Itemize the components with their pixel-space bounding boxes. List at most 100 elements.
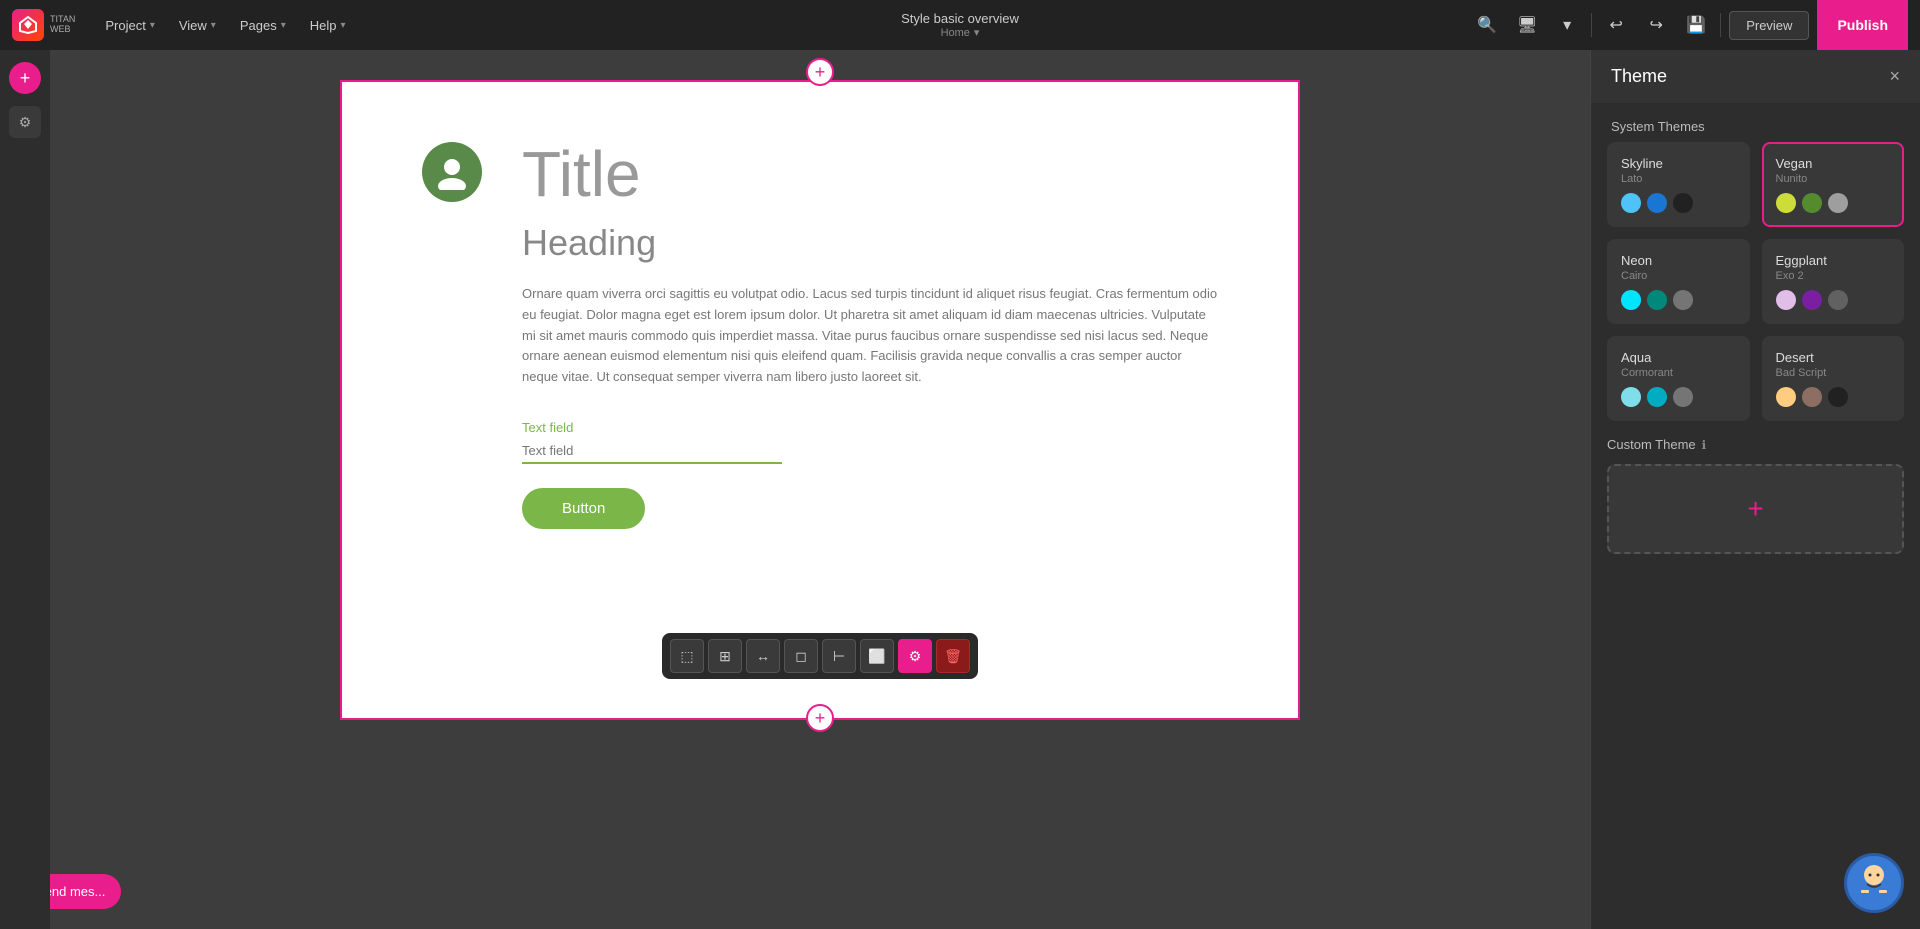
add-row-button-top[interactable]: +: [806, 58, 834, 86]
theme-aqua[interactable]: Aqua Cormorant: [1607, 336, 1750, 421]
redo-button[interactable]: ↪: [1640, 9, 1672, 41]
grid-select-button[interactable]: ⊞: [708, 639, 742, 673]
arrow-icon: ▾: [211, 20, 216, 31]
theme-panel: Theme × System Themes Skyline Lato Vegan…: [1590, 50, 1920, 929]
theme-name: Neon: [1621, 253, 1736, 268]
panel-title: Theme: [1611, 66, 1667, 87]
canvas-area: + Title Heading Ornare quam viverra orci…: [50, 50, 1590, 929]
publish-button[interactable]: Publish: [1817, 0, 1908, 50]
color-dot: [1828, 290, 1848, 310]
avatar-column: [422, 142, 482, 202]
theme-colors: [1776, 290, 1891, 310]
settings-icon-button[interactable]: ⚙: [9, 106, 41, 138]
device-button[interactable]: 🖥: [1511, 9, 1543, 41]
arrow-icon: ▾: [340, 20, 345, 31]
page-canvas: Title Heading Ornare quam viverra orci s…: [340, 80, 1300, 720]
theme-colors: [1776, 387, 1891, 407]
page-title: Style basic overview: [901, 11, 1019, 26]
theme-desert[interactable]: Desert Bad Script: [1762, 336, 1905, 421]
logo-text: TITAN WEB: [50, 15, 75, 35]
theme-font: Cormorant: [1621, 367, 1736, 379]
theme-eggplant[interactable]: Eggplant Exo 2: [1762, 239, 1905, 324]
search-button[interactable]: 🔍: [1471, 9, 1503, 41]
save-button[interactable]: 💾: [1680, 9, 1712, 41]
add-row-top: +: [806, 58, 834, 86]
arrow-icon: ▾: [281, 20, 286, 31]
color-dot: [1647, 290, 1667, 310]
plus-icon: +: [1747, 493, 1763, 525]
theme-colors: [1621, 387, 1736, 407]
preview-button[interactable]: Preview: [1729, 11, 1809, 40]
theme-font: Lato: [1621, 173, 1736, 185]
content-column: Title Heading Ornare quam viverra orci s…: [522, 142, 1218, 529]
theme-colors: [1776, 193, 1891, 213]
color-dot: [1621, 387, 1641, 407]
theme-name: Aqua: [1621, 350, 1736, 365]
element-toolbar: ⬚ ⊞ ↔ ◻ ⊢ ⬜ ⚙ 🗑: [662, 633, 978, 679]
undo-button[interactable]: ↩: [1600, 9, 1632, 41]
delete-button[interactable]: 🗑: [936, 639, 970, 673]
nav-help[interactable]: Help ▾: [300, 12, 356, 39]
custom-theme-add-button[interactable]: +: [1607, 464, 1904, 554]
content-section: Title Heading Ornare quam viverra orci s…: [342, 82, 1298, 589]
nav-pages[interactable]: Pages ▾: [230, 12, 296, 39]
main-heading: Heading: [522, 222, 1218, 264]
themes-grid: Skyline Lato Vegan Nunito: [1591, 142, 1920, 421]
panel-header: Theme ×: [1591, 50, 1920, 103]
theme-skyline[interactable]: Skyline Lato: [1607, 142, 1750, 227]
nav-center: Style basic overview Home ▾: [901, 11, 1019, 39]
avatar: [422, 142, 482, 202]
theme-font: Exo 2: [1776, 270, 1891, 282]
external-button[interactable]: ⬜: [860, 639, 894, 673]
color-dot: [1647, 193, 1667, 213]
resize-button[interactable]: ◻: [784, 639, 818, 673]
logo[interactable]: TITAN WEB: [12, 9, 75, 41]
color-dot: [1673, 387, 1693, 407]
theme-name: Vegan: [1776, 156, 1891, 171]
color-dot: [1802, 387, 1822, 407]
theme-name: Eggplant: [1776, 253, 1891, 268]
add-element-button[interactable]: +: [9, 62, 41, 94]
color-dot: [1673, 290, 1693, 310]
color-dot: [1828, 387, 1848, 407]
theme-font: Bad Script: [1776, 367, 1891, 379]
color-dot: [1647, 387, 1667, 407]
color-dot: [1802, 290, 1822, 310]
theme-name: Skyline: [1621, 156, 1736, 171]
color-dot: [1776, 387, 1796, 407]
body-text: Ornare quam viverra orci sagittis eu vol…: [522, 284, 1218, 388]
settings-toolbar-button[interactable]: ⚙: [898, 639, 932, 673]
dashed-select-button[interactable]: ⬚: [670, 639, 704, 673]
info-icon: ℹ: [1702, 438, 1707, 452]
color-dot: [1776, 193, 1796, 213]
chevron-down-icon: ▾: [974, 26, 980, 39]
action-button[interactable]: Button: [522, 488, 645, 529]
arrow-icon: ▾: [150, 20, 155, 31]
page-breadcrumb[interactable]: Home ▾: [901, 26, 1019, 39]
custom-theme-label: Custom Theme ℹ: [1607, 437, 1904, 452]
theme-neon[interactable]: Neon Cairo: [1607, 239, 1750, 324]
top-nav: TITAN WEB Project ▾ View ▾ Pages ▾ Help …: [0, 0, 1920, 50]
device-toggle[interactable]: ▾: [1551, 9, 1583, 41]
separator: [1720, 13, 1721, 37]
nav-right: 🔍 🖥 ▾ ↩ ↪ 💾 Preview Publish: [1471, 0, 1908, 50]
nav-project[interactable]: Project ▾: [95, 12, 165, 39]
color-dot: [1802, 193, 1822, 213]
helper-avatar: [1844, 853, 1904, 913]
theme-font: Cairo: [1621, 270, 1736, 282]
color-dot: [1621, 193, 1641, 213]
text-field-label: Text field: [522, 420, 1218, 435]
color-dot: [1673, 193, 1693, 213]
panel-close-button[interactable]: ×: [1889, 66, 1900, 87]
custom-theme-section: Custom Theme ℹ +: [1591, 421, 1920, 570]
add-row-bottom: +: [806, 704, 834, 732]
align-button[interactable]: ⊢: [822, 639, 856, 673]
add-row-button-bottom[interactable]: +: [806, 704, 834, 732]
move-button[interactable]: ↔: [746, 639, 780, 673]
system-themes-label: System Themes: [1591, 103, 1920, 142]
theme-colors: [1621, 290, 1736, 310]
theme-vegan[interactable]: Vegan Nunito: [1762, 142, 1905, 227]
theme-name: Desert: [1776, 350, 1891, 365]
text-field-input[interactable]: [522, 439, 782, 464]
nav-view[interactable]: View ▾: [169, 12, 226, 39]
